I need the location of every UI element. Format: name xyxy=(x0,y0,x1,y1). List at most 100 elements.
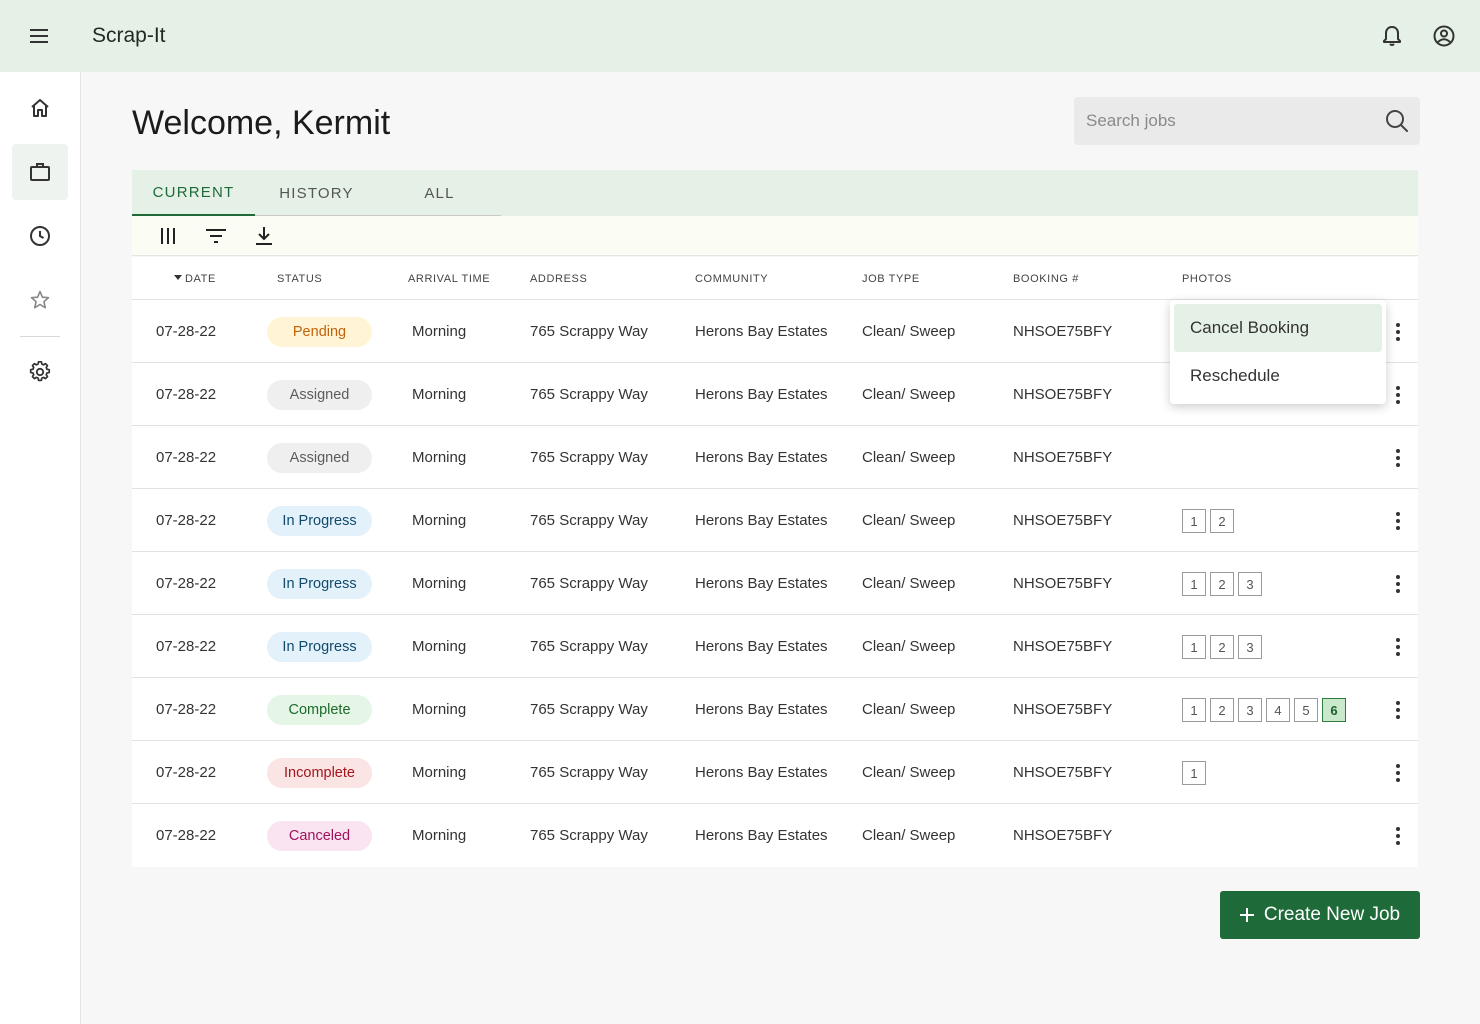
cell-date: 07-28-22 xyxy=(156,386,217,403)
cell-booking-number: NHSOE75BFY xyxy=(1013,449,1113,466)
photo-thumb[interactable]: 5 xyxy=(1294,698,1318,722)
row-more-actions-button[interactable] xyxy=(1386,697,1410,723)
cell-address: 765 Scrappy Way xyxy=(530,638,648,655)
columns-button[interactable] xyxy=(156,224,180,248)
more-vert-icon-dot xyxy=(1396,652,1400,656)
photo-thumb[interactable]: 6 xyxy=(1322,698,1346,722)
cell-photos: 123456 xyxy=(1182,698,1346,722)
menu-button[interactable] xyxy=(20,16,60,56)
row-more-actions-button[interactable] xyxy=(1386,319,1410,345)
photo-thumb[interactable]: 1 xyxy=(1182,698,1206,722)
sidebar-item-history[interactable] xyxy=(12,208,68,264)
cell-arrival-time: Morning xyxy=(412,764,467,781)
row-more-actions-button[interactable] xyxy=(1386,634,1410,660)
photo-thumb[interactable]: 1 xyxy=(1182,635,1206,659)
cell-booking-number: NHSOE75BFY xyxy=(1013,638,1113,655)
status-badge: Canceled xyxy=(267,821,372,851)
photo-thumb[interactable]: 1 xyxy=(1182,509,1206,533)
photo-thumb[interactable]: 2 xyxy=(1210,635,1234,659)
column-header-address[interactable]: Address xyxy=(530,273,587,285)
cell-arrival-time: Morning xyxy=(412,386,467,403)
more-vert-icon-dot xyxy=(1396,645,1400,649)
sidebar-item-favorites[interactable] xyxy=(12,272,68,328)
filter-button[interactable] xyxy=(204,224,228,248)
sidebar-item-jobs[interactable] xyxy=(12,144,68,200)
create-new-job-button[interactable]: Create New Job xyxy=(1220,891,1420,939)
tab-history[interactable]: HISTORY xyxy=(255,170,378,216)
more-vert-icon-dot xyxy=(1396,771,1400,775)
photo-thumb[interactable]: 4 xyxy=(1266,698,1290,722)
cell-booking-number: NHSOE75BFY xyxy=(1013,512,1113,529)
column-header-photos[interactable]: Photos xyxy=(1182,273,1232,285)
search-input[interactable] xyxy=(1074,97,1374,145)
cell-address: 765 Scrappy Way xyxy=(530,701,648,718)
table-row[interactable]: 07-28-22 Canceled Morning 765 Scrappy Way He… xyxy=(132,804,1418,867)
cell-booking-number: NHSOE75BFY xyxy=(1013,575,1113,592)
column-header-status[interactable]: Status xyxy=(277,273,322,285)
cell-date: 07-28-22 xyxy=(156,638,217,655)
table-row[interactable]: 07-28-22 In Progress Morning 765 Scrappy Wa… xyxy=(132,615,1418,678)
download-button[interactable] xyxy=(252,224,276,248)
photo-thumb[interactable]: 2 xyxy=(1210,572,1234,596)
photo-thumb[interactable]: 2 xyxy=(1210,698,1234,722)
plus-icon xyxy=(1239,908,1254,922)
notifications-button[interactable] xyxy=(1372,16,1412,56)
column-header-arrival[interactable]: Arrival Time xyxy=(408,273,490,285)
column-header-booking[interactable]: Booking # xyxy=(1013,273,1079,285)
page-title: Welcome, Kermit xyxy=(132,104,391,142)
column-header-community[interactable]: Community xyxy=(695,273,768,285)
cell-community: Herons Bay Estates xyxy=(695,323,828,340)
search-icon[interactable] xyxy=(1384,108,1410,134)
cell-address: 765 Scrappy Way xyxy=(530,386,648,403)
cell-date: 07-28-22 xyxy=(156,323,217,340)
table-row[interactable]: 07-28-22 Complete Morning 765 Scrappy Way He… xyxy=(132,678,1418,741)
more-vert-icon-dot xyxy=(1396,715,1400,719)
more-vert-icon-dot xyxy=(1396,512,1400,516)
photo-thumb[interactable]: 1 xyxy=(1182,761,1206,785)
cell-community: Herons Bay Estates xyxy=(695,701,828,718)
photo-thumb[interactable]: 3 xyxy=(1238,635,1262,659)
status-badge: Assigned xyxy=(267,380,372,410)
more-vert-icon-dot xyxy=(1396,827,1400,831)
cell-booking-number: NHSOE75BFY xyxy=(1013,386,1113,403)
photo-thumb[interactable]: 3 xyxy=(1238,572,1262,596)
menu-item-cancel-booking[interactable]: Cancel Booking xyxy=(1174,304,1382,352)
row-more-actions-button[interactable] xyxy=(1386,445,1410,471)
status-badge: In Progress xyxy=(267,569,372,599)
account-button[interactable] xyxy=(1424,16,1464,56)
tab-all[interactable]: ALL xyxy=(378,170,501,216)
column-header-job-type[interactable]: Job Type xyxy=(862,273,920,285)
photo-thumb[interactable]: 1 xyxy=(1182,572,1206,596)
gear-icon xyxy=(29,361,51,382)
more-vert-icon-dot xyxy=(1396,449,1400,453)
home-icon xyxy=(31,99,49,117)
table-row[interactable]: 07-28-22 Assigned Morning 765 Scrappy Way He… xyxy=(132,426,1418,489)
row-more-actions-button[interactable] xyxy=(1386,571,1410,597)
cell-job-type: Clean/ Sweep xyxy=(862,512,956,529)
sidebar-item-settings[interactable] xyxy=(12,344,68,400)
cell-community: Herons Bay Estates xyxy=(695,638,828,655)
more-vert-icon-dot xyxy=(1396,400,1400,404)
table-row[interactable]: 07-28-22 In Progress Morning 765 Scrappy Wa… xyxy=(132,489,1418,552)
row-more-actions-button[interactable] xyxy=(1386,508,1410,534)
cell-date: 07-28-22 xyxy=(156,764,217,781)
sidebar-item-home[interactable] xyxy=(12,80,68,136)
table-row[interactable]: 07-28-22 Incomplete Morning 765 Scrappy Way… xyxy=(132,741,1418,804)
column-header-date[interactable]: Date xyxy=(174,273,216,285)
photo-thumb[interactable]: 3 xyxy=(1238,698,1262,722)
row-more-actions-button[interactable] xyxy=(1386,382,1410,408)
row-more-actions-button[interactable] xyxy=(1386,760,1410,786)
cell-arrival-time: Morning xyxy=(412,512,467,529)
tab-current[interactable]: CURRENT xyxy=(132,170,255,216)
more-vert-icon-dot xyxy=(1396,463,1400,467)
row-more-actions-button[interactable] xyxy=(1386,823,1410,849)
sidebar-divider xyxy=(20,336,60,337)
photo-thumb[interactable]: 2 xyxy=(1210,509,1234,533)
table-row[interactable]: 07-28-22 In Progress Morning 765 Scrappy Wa… xyxy=(132,552,1418,615)
more-vert-icon-dot xyxy=(1396,638,1400,642)
row-actions-menu: Cancel Booking Reschedule xyxy=(1170,300,1386,404)
menu-item-reschedule[interactable]: Reschedule xyxy=(1174,352,1382,400)
sidebar-nav xyxy=(0,72,81,1024)
create-new-job-label: Create New Job xyxy=(1263,904,1401,925)
column-header-date-label: Date xyxy=(185,273,216,285)
